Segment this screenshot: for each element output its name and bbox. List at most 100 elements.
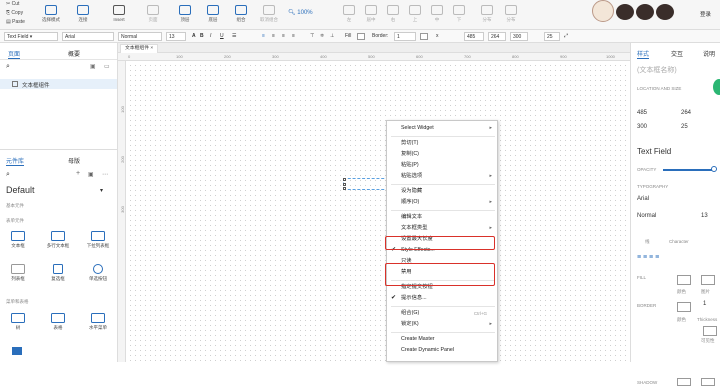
tab-pages[interactable]: 页面 xyxy=(8,49,21,59)
w-input[interactable]: 300 xyxy=(510,32,528,41)
context-menu-item[interactable]: 设为隐藏 xyxy=(387,186,497,197)
x-input[interactable]: 485 xyxy=(464,32,484,41)
widget-type-select[interactable]: Text Field ▾ xyxy=(4,32,58,41)
page-button[interactable]: 页面 xyxy=(140,3,166,27)
page-tab[interactable]: 文本框组件 × xyxy=(120,44,159,53)
font-family-select[interactable]: Arial xyxy=(637,196,649,202)
resize-handle[interactable] xyxy=(343,183,346,186)
border-visibility-icon[interactable] xyxy=(703,326,717,336)
outer-shadow-swatch[interactable] xyxy=(677,378,691,386)
widget-radio[interactable]: 单选按钮 xyxy=(84,264,112,282)
resize-handle[interactable] xyxy=(343,187,346,190)
tab-libraries[interactable]: 元件库 xyxy=(6,156,25,166)
font-size-field[interactable]: 13 xyxy=(701,213,708,219)
align-bottom-button[interactable]: 下 xyxy=(446,3,472,27)
zoom-control[interactable]: 🔍︎ 100% xyxy=(288,9,313,16)
align-justify-text-icon[interactable]: ≡ xyxy=(292,32,295,41)
search-icon[interactable]: ⌕ xyxy=(6,171,10,179)
font-size-select[interactable]: 13 xyxy=(166,32,186,41)
library-options-icon[interactable]: ▣ xyxy=(88,171,94,178)
font-select[interactable]: Arial xyxy=(62,32,114,41)
fill-image-icon[interactable] xyxy=(701,275,715,285)
y-field[interactable]: 264 xyxy=(681,110,691,116)
context-menu-item[interactable]: 编辑文本 xyxy=(387,212,497,223)
widget-listbox[interactable]: 列表框 xyxy=(6,264,30,282)
align-left-text-icon[interactable]: ≡ xyxy=(262,32,265,41)
widget-table[interactable]: 表格 xyxy=(46,313,70,331)
section-basic[interactable]: 基本元件 xyxy=(6,203,24,209)
tab-outline[interactable]: 概要 xyxy=(68,49,80,58)
w-field[interactable]: 300 xyxy=(637,124,647,130)
design-canvas[interactable] xyxy=(118,43,630,362)
add-library-icon[interactable]: + xyxy=(76,170,80,177)
helper-badge[interactable] xyxy=(713,79,720,95)
widget-checkbox[interactable]: 复选框 xyxy=(46,264,70,282)
border-color-swatch[interactable] xyxy=(420,33,428,40)
connect-button[interactable]: 连接 xyxy=(70,3,96,27)
opacity-slider-handle[interactable] xyxy=(711,166,717,172)
fill-color-swatch[interactable] xyxy=(357,33,365,40)
context-menu-item[interactable]: 粘贴(P) xyxy=(387,160,497,171)
widget-textfield[interactable]: 文本框 xyxy=(6,231,30,249)
font-color-icon[interactable]: A xyxy=(192,32,196,41)
context-menu-item[interactable]: 文本框类型 ▸ xyxy=(387,223,497,234)
y-input[interactable]: 264 xyxy=(488,32,506,41)
align-right-text-icon[interactable]: ≡ xyxy=(282,32,285,41)
inner-shadow-swatch[interactable] xyxy=(701,378,715,386)
top-layer-button[interactable]: 顶层 xyxy=(172,3,198,27)
valign-top-icon[interactable]: ⊤ xyxy=(310,32,314,41)
tab-style[interactable]: 样式 xyxy=(637,49,650,59)
distribute-h-button[interactable]: 分布 xyxy=(474,3,500,27)
zoom-fit-icon[interactable]: ⤢ xyxy=(564,32,568,41)
ungroup-button[interactable]: 取消组合 xyxy=(254,3,284,27)
text-align-icons[interactable]: ≡ ≡ ≡ ≡ xyxy=(637,254,659,261)
underline-icon[interactable]: U xyxy=(220,32,224,41)
font-style-select[interactable]: Normal xyxy=(637,213,656,219)
selected-text-field[interactable] xyxy=(343,178,389,190)
tab-notes[interactable]: 说明 xyxy=(703,49,715,58)
widget-name-input[interactable]: (文本框名称) xyxy=(637,65,677,75)
context-menu-item[interactable]: 锁定(K) ▸ xyxy=(387,319,497,330)
widget-droplist[interactable]: 下拉列表框 xyxy=(84,231,112,249)
context-menu-item[interactable]: 剪切(T) xyxy=(387,138,497,149)
library-select[interactable]: Default xyxy=(6,185,35,195)
italic-icon[interactable]: I xyxy=(210,32,211,41)
context-menu-item[interactable]: Create Master xyxy=(387,334,497,345)
x-field[interactable]: 485 xyxy=(637,110,647,116)
resize-handle[interactable] xyxy=(343,178,346,181)
more-widget-icon[interactable] xyxy=(12,347,22,355)
border-width-input[interactable]: 1 xyxy=(394,32,416,41)
page-item-selected[interactable]: 文本框组件 xyxy=(0,79,117,89)
tab-masters[interactable]: 母版 xyxy=(68,156,80,165)
border-color-swatch[interactable] xyxy=(677,302,691,312)
fill-color-swatch[interactable] xyxy=(677,275,691,285)
insert-button[interactable]: Insert xyxy=(106,3,132,27)
tab-interactions[interactable]: 交互 xyxy=(671,49,683,58)
context-menu-item[interactable]: ✔ 提示信息... xyxy=(387,293,497,304)
section-menu-table[interactable]: 菜单和表格 xyxy=(6,299,29,305)
section-form[interactable]: 表单元件 xyxy=(6,218,24,224)
border-thickness-field[interactable]: 1 xyxy=(703,301,706,307)
cut-button[interactable]: ✂ Cut xyxy=(6,1,19,7)
context-menu-item[interactable]: 复制(C) xyxy=(387,149,497,160)
bottom-layer-button[interactable]: 底层 xyxy=(200,3,226,27)
add-folder-icon[interactable]: ▭ xyxy=(104,63,110,70)
h-field[interactable]: 25 xyxy=(681,124,688,130)
context-menu-item[interactable]: Create Dynamic Panel xyxy=(387,345,497,356)
valign-middle-icon[interactable]: ≑ xyxy=(320,32,324,41)
context-menu-item[interactable]: 组合(G) Ctrl+G xyxy=(387,308,497,319)
widget-tree[interactable]: 树 xyxy=(6,313,30,331)
login-link[interactable]: 登录 xyxy=(700,10,711,18)
align-center-text-icon[interactable]: ≡ xyxy=(272,32,275,41)
group-button[interactable]: 组合 xyxy=(228,3,254,27)
bold-icon[interactable]: B xyxy=(200,32,204,41)
context-menu-item[interactable]: 顺序(O) ▸ xyxy=(387,197,497,208)
widget-textarea[interactable]: 多行文本框 xyxy=(46,231,70,249)
copy-button[interactable]: ⎘ Copy xyxy=(6,10,23,16)
h-input[interactable]: 25 xyxy=(544,32,560,41)
add-page-icon[interactable]: ▣ xyxy=(90,63,96,70)
select-mode-button[interactable]: 选择模式 xyxy=(36,3,66,27)
style-select[interactable]: Normal xyxy=(118,32,162,41)
valign-bottom-icon[interactable]: ⊥ xyxy=(330,32,334,41)
more-icon[interactable]: ⋯ xyxy=(102,171,108,178)
